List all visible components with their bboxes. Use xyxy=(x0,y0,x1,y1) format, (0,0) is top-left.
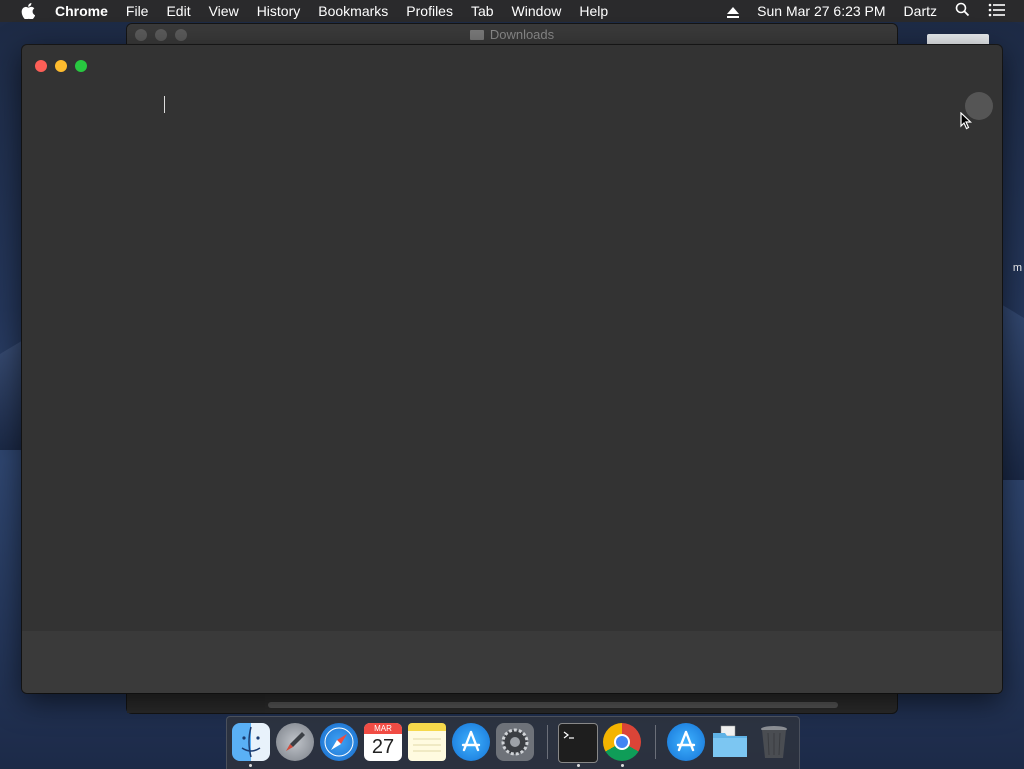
calendar-day: 27 xyxy=(371,736,395,758)
menu-app-name[interactable]: Chrome xyxy=(55,3,108,19)
spotlight-icon[interactable] xyxy=(955,2,970,20)
close-button[interactable] xyxy=(35,60,47,72)
folder-icon xyxy=(469,30,484,40)
safari-icon[interactable] xyxy=(320,723,358,761)
menu-view[interactable]: View xyxy=(209,3,239,19)
chrome-running-indicator xyxy=(621,764,624,767)
menu-help[interactable]: Help xyxy=(579,3,608,19)
launchpad-icon[interactable] xyxy=(276,723,314,761)
notification-center-icon[interactable] xyxy=(988,3,1006,20)
menu-history[interactable]: History xyxy=(257,3,301,19)
menu-tab[interactable]: Tab xyxy=(471,3,494,19)
finder-icon[interactable] xyxy=(232,723,270,761)
app-store-icon[interactable] xyxy=(452,723,490,761)
menu-bar: Chrome File Edit View History Bookmarks … xyxy=(0,0,1024,22)
downloads-window-title: Downloads xyxy=(489,27,555,42)
zoom-button[interactable] xyxy=(75,60,87,72)
menu-profiles[interactable]: Profiles xyxy=(406,3,453,19)
menu-user[interactable]: Dartz xyxy=(904,3,937,19)
desktop-icon-label: m xyxy=(1012,262,1022,274)
notes-icon[interactable] xyxy=(408,723,446,761)
menu-edit[interactable]: Edit xyxy=(166,3,190,19)
apple-menu-icon[interactable] xyxy=(19,2,37,20)
menu-clock[interactable]: Sun Mar 27 6:23 PM xyxy=(757,3,885,19)
downloads-titlebar[interactable]: Downloads xyxy=(127,24,897,46)
downloads-folder-icon[interactable] xyxy=(711,723,749,761)
terminal-running-indicator xyxy=(577,764,580,767)
horizontal-scrollbar[interactable] xyxy=(268,702,838,708)
chrome-window[interactable] xyxy=(22,45,1002,693)
menu-file[interactable]: File xyxy=(126,3,149,19)
finder-running-indicator xyxy=(249,764,252,767)
dock: MAR 27 xyxy=(226,716,800,769)
dock-separator-2 xyxy=(655,725,656,759)
eject-icon[interactable] xyxy=(727,3,740,19)
chrome-icon[interactable] xyxy=(603,723,641,761)
text-caret xyxy=(164,96,165,113)
system-preferences-icon[interactable] xyxy=(496,723,534,761)
app-store-folder-icon[interactable] xyxy=(667,723,705,761)
menu-window[interactable]: Window xyxy=(512,3,562,19)
mouse-cursor-icon xyxy=(960,111,973,135)
minimize-button[interactable] xyxy=(55,60,67,72)
calendar-month: MAR xyxy=(364,723,402,734)
calendar-icon[interactable]: MAR 27 xyxy=(364,723,402,761)
trash-icon[interactable] xyxy=(755,723,793,761)
window-bottom-panel xyxy=(22,631,1002,693)
downloads-sidebar xyxy=(127,693,265,713)
menu-bookmarks[interactable]: Bookmarks xyxy=(318,3,388,19)
dock-separator xyxy=(547,725,548,759)
terminal-icon[interactable] xyxy=(558,723,598,763)
